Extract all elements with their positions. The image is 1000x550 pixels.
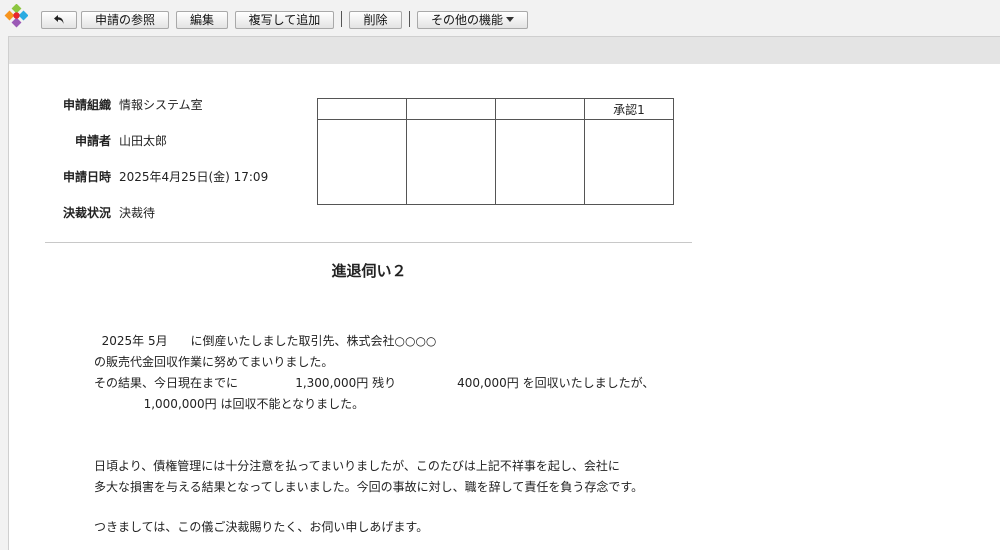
approval-header-cell (317, 98, 407, 120)
approval-header-cell (406, 98, 496, 120)
delete-button[interactable]: 削除 (349, 11, 402, 29)
edit-button[interactable]: 編集 (176, 11, 228, 29)
application-detail-panel: 申請組織 情報システム室 申請者 山田太郎 申請日時 2025年4月25日(金)… (8, 64, 1000, 550)
approval-header-cell: 承認1 (584, 98, 674, 120)
approval-stamp-table: 承認1 (317, 98, 674, 205)
sub-header-bar (8, 36, 1000, 65)
body-line: 2025年 5月 に倒産いたしました取引先、株式会社○○○○ (94, 334, 437, 348)
info-row-approval-status: 決裁状況 決裁待 (9, 204, 409, 222)
body-line: 多大な損害を与える結果となってしまいました。今回の事故に対し、職を辞して責任を負… (94, 480, 644, 494)
field-label: 申請者 (74, 134, 111, 148)
approval-stamp-cell (584, 119, 674, 205)
view-application-button[interactable]: 申請の参照 (81, 11, 169, 29)
toolbar-separator (409, 11, 410, 27)
toolbar-separator (341, 11, 342, 27)
section-divider (45, 242, 692, 243)
body-line: 日頃より、債権管理には十分注意を払ってまいりましたが、このたびは上記不祥事を起し… (94, 459, 620, 473)
field-label: 決裁状況 (62, 206, 111, 220)
field-value: 2025年4月25日(金) 17:09 (119, 170, 269, 184)
approval-header-cell (495, 98, 585, 120)
body-line: 1,000,000円 は回収不能となりました。 (94, 397, 365, 411)
body-line: の販売代金回収作業に努めてまいりました。 (94, 355, 334, 369)
field-value: 情報システム室 (119, 98, 203, 112)
field-label: 申請日時 (62, 170, 111, 184)
other-functions-label: その他の機能 (430, 13, 503, 27)
chevron-down-icon (506, 17, 514, 22)
duplicate-add-button[interactable]: 複写して追加 (235, 11, 334, 29)
back-button[interactable] (41, 11, 77, 29)
document-title: 進退伺い２ (331, 262, 407, 280)
back-arrow-icon (54, 15, 64, 24)
toolbar: 申請の参照 編集 複写して追加 削除 その他の機能 (0, 0, 1000, 36)
status-value: 決裁待 (119, 206, 156, 220)
field-value: 山田太郎 (119, 134, 168, 148)
field-label: 申請組織 (62, 98, 111, 112)
body-line: その結果、今日現在までに 1,300,000円 残り 400,000円 を回収い… (94, 376, 655, 390)
body-line: つきましては、この儀ご決裁賜りたく、お伺い申しあげます。 (94, 520, 429, 534)
other-functions-dropdown[interactable]: その他の機能 (417, 11, 528, 29)
approval-stamp-cell (495, 119, 585, 205)
approval-stamp-cell (317, 119, 407, 205)
app-logo-icon[interactable] (4, 4, 28, 28)
approval-stamp-cell (406, 119, 496, 205)
